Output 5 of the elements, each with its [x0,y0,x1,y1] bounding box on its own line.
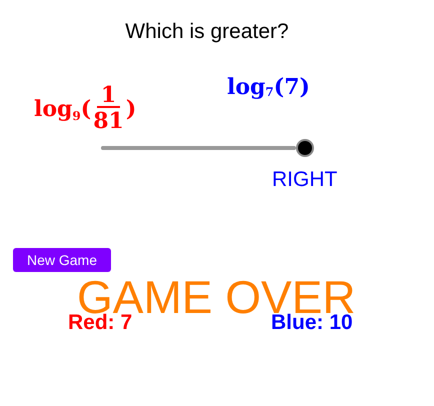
right-log-expression: log$_{7}$(7) [227,74,310,100]
new-game-button[interactable]: New Game [13,248,111,272]
slider-handle[interactable] [296,139,314,157]
question-text: Which is greater? [124,20,290,44]
slider-label: RIGHT [272,168,338,192]
